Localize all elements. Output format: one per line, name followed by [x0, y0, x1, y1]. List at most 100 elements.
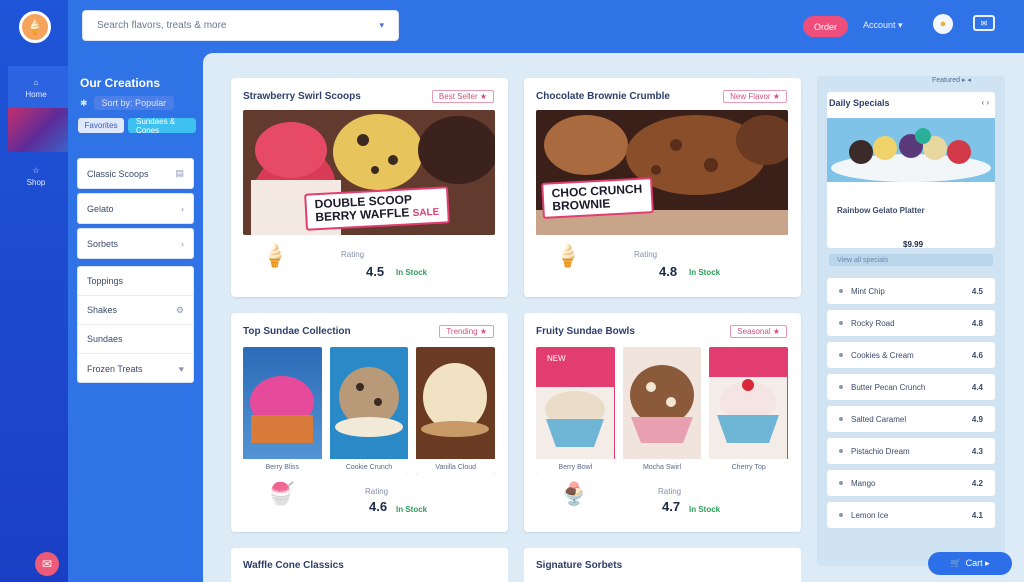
- filter-gelato[interactable]: Gelato ›: [77, 193, 194, 224]
- card-title: Top Sundae Collection: [243, 326, 351, 337]
- ice-cream-cone-icon: 🍦: [261, 243, 289, 268]
- product-card[interactable]: Fruity Sundae Bowls Seasonal ★ NEW Berry…: [524, 313, 801, 532]
- filter-group-two: Toppings Shakes ⚙ Sundaes Frozen Treats ♥: [77, 266, 194, 383]
- bullet-icon: [839, 385, 843, 389]
- cart-button[interactable]: 🛒 Cart ▸: [928, 552, 1012, 575]
- sort-tag[interactable]: Sort by: Popular: [93, 96, 175, 110]
- card-tag[interactable]: Trending ★: [439, 325, 494, 338]
- bullet-icon: [839, 353, 843, 357]
- bullet-icon: [839, 289, 843, 293]
- cart-label: Cart ▸: [965, 558, 990, 568]
- specials-card[interactable]: Daily Specials ‹ › Rainbow Gelato Platte…: [827, 92, 995, 249]
- card-tag[interactable]: New Flavor ★: [723, 90, 787, 103]
- gallery-tile[interactable]: Cherry Top: [709, 347, 789, 475]
- bell-icon[interactable]: ●: [933, 14, 953, 34]
- gallery-caption: Berry Bowl: [536, 459, 615, 475]
- sidebar-item-label: Mint Chip: [851, 286, 885, 296]
- gallery-tile[interactable]: Cookie Crunch: [329, 347, 409, 475]
- chevron-down-icon[interactable]: ▾: [379, 20, 384, 31]
- gallery-caption: Berry Bliss: [243, 459, 322, 475]
- sidebar-list-item[interactable]: Mint Chip 4.5: [827, 278, 995, 304]
- sidebar-list-item[interactable]: Pistachio Dream 4.3: [827, 438, 995, 464]
- promo-banner: DOUBLE SCOOP BERRY WAFFLE SALE: [304, 186, 450, 231]
- gallery-tile[interactable]: Mocha Swirl: [622, 347, 702, 475]
- bullet-icon: [839, 449, 843, 453]
- sidebar-item-label: Pistachio Dream: [851, 446, 910, 456]
- brand-logo-icon[interactable]: 🍦: [19, 11, 51, 43]
- product-card[interactable]: Signature Sorbets: [524, 548, 801, 582]
- chat-icon[interactable]: ✉: [35, 552, 59, 576]
- filter-label: Gelato: [87, 203, 114, 214]
- product-card[interactable]: Strawberry Swirl Scoops Best Seller ★ DO…: [231, 78, 508, 297]
- sidebar-item-value: 4.2: [971, 478, 983, 488]
- sidebar-list-item[interactable]: Butter Pecan Crunch 4.4: [827, 374, 995, 400]
- home-icon: ⌂: [33, 77, 39, 87]
- product-image[interactable]: DOUBLE SCOOP BERRY WAFFLE SALE: [243, 110, 495, 235]
- sundae-photo: [709, 377, 788, 459]
- filter-label: Sundaes: [87, 334, 123, 344]
- rail-thumbnail[interactable]: [8, 108, 68, 152]
- gallery-caption: Cookie Crunch: [329, 459, 409, 475]
- filter-frozen-treats[interactable]: Frozen Treats ♥: [78, 354, 193, 383]
- rail-item-shop[interactable]: ☆ Shop: [8, 156, 64, 196]
- filter-label: Shakes: [87, 305, 118, 315]
- rating-label: Rating: [341, 250, 365, 259]
- search-input[interactable]: Search flavors, treats & more ▾: [82, 10, 399, 41]
- rail-item-home[interactable]: ⌂ Home: [8, 68, 64, 108]
- sort-control[interactable]: ✱ Sort by: Popular: [80, 96, 175, 110]
- sidebar-list-item[interactable]: Salted Caramel 4.9: [827, 406, 995, 432]
- specials-name: Rainbow Gelato Platter: [837, 206, 925, 215]
- filter-chips: Favorites Sundaes & Cones: [78, 117, 196, 135]
- rating-score: 4.8: [659, 264, 678, 279]
- gallery-tile[interactable]: Vanilla Cloud: [416, 347, 496, 475]
- card-tag[interactable]: Best Seller ★: [431, 90, 494, 103]
- bullet-icon: [839, 417, 843, 421]
- chevron-down-icon: ›: [181, 238, 184, 249]
- rail-item-label: Home: [25, 89, 47, 99]
- stock-label: In Stock: [689, 505, 721, 514]
- specials-image[interactable]: [827, 118, 995, 182]
- sidebar-list-item[interactable]: Lemon Ice 4.1: [827, 502, 995, 528]
- product-card[interactable]: Waffle Cone Classics: [231, 548, 508, 582]
- account-menu[interactable]: Account ▾: [863, 20, 903, 31]
- product-card[interactable]: Chocolate Brownie Crumble New Flavor ★ C…: [524, 78, 801, 297]
- gallery-tile[interactable]: Berry Bliss: [243, 347, 322, 475]
- settings-icon: ⚙: [175, 304, 184, 315]
- ice-cream-cone-icon: 🍦: [554, 243, 582, 268]
- gallery-tile[interactable]: NEW Berry Bowl: [536, 347, 615, 475]
- card-title: Chocolate Brownie Crumble: [536, 91, 670, 102]
- sidebar-list-item[interactable]: Rocky Road 4.8: [827, 310, 995, 336]
- sidebar-item-label: Butter Pecan Crunch: [851, 382, 926, 392]
- filter-label: Sorbets: [87, 238, 119, 249]
- filter-sundaes[interactable]: Sundaes: [78, 325, 193, 354]
- stock-label: In Stock: [396, 505, 428, 514]
- view-all-link[interactable]: View all specials: [829, 254, 993, 266]
- sidebar-item-label: Cookies & Cream: [851, 350, 914, 360]
- card-title: Fruity Sundae Bowls: [536, 326, 635, 337]
- sidebar-list-item[interactable]: Cookies & Cream 4.6: [827, 342, 995, 368]
- filter-classic-scoops[interactable]: Classic Scoops ▤: [77, 158, 194, 189]
- sidebar-list-item[interactable]: Mango 4.2: [827, 470, 995, 496]
- promo-banner: CHOC CRUNCH BROWNIE: [541, 177, 654, 219]
- heart-icon: ♥: [178, 363, 184, 374]
- chip-favorites[interactable]: Favorites: [78, 118, 124, 133]
- filter-shakes[interactable]: Shakes ⚙: [78, 296, 193, 325]
- message-icon[interactable]: ✉: [973, 15, 995, 31]
- sidebar-header[interactable]: Featured ▸ ◂: [932, 76, 971, 84]
- gear-icon: ✱: [80, 97, 88, 108]
- product-image[interactable]: CHOC CRUNCH BROWNIE: [536, 110, 788, 235]
- order-button[interactable]: Order: [803, 16, 848, 37]
- gallery-caption: Vanilla Cloud: [416, 459, 496, 475]
- chip-sundaes[interactable]: Sundaes & Cones: [128, 117, 196, 135]
- right-sidebar: Featured ▸ ◂ Daily Specials ‹ › Rainbow …: [817, 76, 1005, 566]
- filter-toppings[interactable]: Toppings: [78, 267, 193, 296]
- specials-price: $9.99: [903, 240, 924, 249]
- sidebar-item-label: Salted Caramel: [851, 414, 907, 424]
- product-card[interactable]: Top Sundae Collection Trending ★ Berry B…: [231, 313, 508, 532]
- filter-sorbets[interactable]: Sorbets ›: [77, 228, 194, 259]
- rail-item-label: Shop: [26, 177, 46, 187]
- search-placeholder: Search flavors, treats & more: [97, 20, 227, 31]
- carousel-arrows[interactable]: ‹ ›: [981, 98, 989, 107]
- chevron-down-icon: ›: [181, 203, 184, 214]
- card-tag[interactable]: Seasonal ★: [730, 325, 787, 338]
